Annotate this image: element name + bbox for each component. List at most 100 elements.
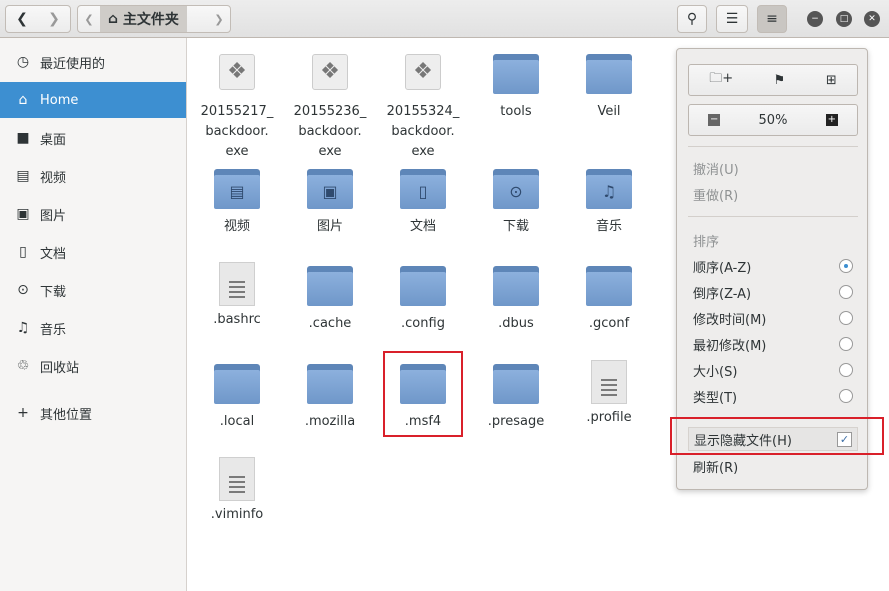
folder-icon: [493, 266, 539, 306]
bookmark-add-icon[interactable]: ⚑: [774, 73, 786, 88]
sidebar-item-label: Home: [40, 92, 79, 108]
sort-option[interactable]: 修改时间(M): [693, 306, 853, 330]
file-item[interactable]: ❖ 20155236_ backdoor. exe: [285, 50, 375, 162]
sidebar: ◷ 最近使用的 ⌂ Home ■ 桌面 ▤ 视频 ▣ 图片 ▯ 文档 ⊙ 下载 ♫ 音乐 ♲ 回收站 + 其他位置: [0, 38, 187, 591]
file-item[interactable]: .viminfo: [192, 457, 282, 525]
file-item[interactable]: tools: [471, 50, 561, 122]
sort-option[interactable]: 顺序(A-Z): [693, 254, 853, 278]
file-item[interactable]: ❖ 20155324_ backdoor. exe: [378, 50, 468, 162]
sort-option[interactable]: 最初修改(M): [693, 332, 853, 356]
file-name: .dbus: [498, 316, 534, 331]
folder-icon: [493, 54, 539, 94]
file-item[interactable]: ▯ 文档: [378, 165, 468, 237]
sidebar-item[interactable]: ◷ 最近使用的: [0, 44, 186, 80]
file-item[interactable]: .dbus: [471, 262, 561, 334]
new-folder-icon[interactable]: 🗀+: [709, 69, 733, 91]
file-name: .local: [219, 414, 255, 429]
file-name: Veil: [597, 104, 621, 119]
sort-option[interactable]: 类型(T): [693, 384, 853, 408]
sidebar-item-icon: ▤: [16, 168, 30, 184]
sidebar-item-label: 回收站: [40, 360, 80, 376]
sidebar-item[interactable]: ▯ 文档: [0, 234, 186, 270]
sidebar-item[interactable]: ⌂ Home: [0, 82, 186, 118]
redo-item[interactable]: 重做(R): [693, 182, 853, 206]
sidebar-item[interactable]: ■ 桌面: [0, 120, 186, 156]
file-item[interactable]: .mozilla: [285, 360, 375, 432]
hamburger-icon: ≡: [766, 11, 778, 27]
sort-radio[interactable]: [839, 337, 853, 351]
back-button[interactable]: ❮: [16, 11, 28, 27]
folder-icon: ▤: [214, 169, 260, 209]
file-item[interactable]: .profile: [564, 360, 654, 428]
sort-radio[interactable]: [839, 389, 853, 403]
file-name: 音乐: [595, 219, 622, 234]
folder-icon: [214, 364, 260, 404]
sort-option[interactable]: 倒序(Z-A): [693, 280, 853, 304]
home-icon: ⌂: [108, 11, 123, 27]
folder-icon: [307, 266, 353, 306]
sidebar-item[interactable]: ♫ 音乐: [0, 310, 186, 346]
file-item[interactable]: .gconf: [564, 262, 654, 334]
sidebar-item-label: 图片: [40, 208, 67, 224]
file-name: 视频: [223, 219, 250, 234]
sort-radio[interactable]: [839, 311, 853, 325]
sidebar-item-icon: ♲: [16, 358, 30, 374]
refresh-item[interactable]: 刷新(R): [693, 454, 853, 478]
file-item[interactable]: ▤ 视频: [192, 165, 282, 237]
highlight-box-show-hidden: [670, 417, 884, 455]
new-tab-icon[interactable]: ⊞: [826, 73, 837, 88]
file-name: .cache: [308, 316, 352, 331]
path-scroll-left[interactable]: ❮: [78, 13, 100, 26]
sidebar-item-label: 音乐: [40, 322, 67, 338]
file-name: 20155324_ backdoor. exe: [386, 104, 460, 159]
file-item[interactable]: .local: [192, 360, 282, 432]
search-button[interactable]: ⚲: [677, 5, 707, 33]
folder-icon: [493, 364, 539, 404]
sidebar-item-label: 最近使用的: [40, 56, 106, 72]
sidebar-item-label: 其他位置: [40, 407, 93, 423]
sidebar-item[interactable]: ⊙ 下载: [0, 272, 186, 308]
file-item[interactable]: .presage: [471, 360, 561, 432]
maximize-button[interactable]: □: [836, 11, 852, 27]
sidebar-item-label: 文档: [40, 246, 67, 262]
menu-button[interactable]: ≡: [757, 5, 787, 33]
separator: [688, 216, 858, 217]
sort-radio[interactable]: [839, 285, 853, 299]
minimize-button[interactable]: −: [807, 11, 823, 27]
zoom-out-button[interactable]: −: [708, 114, 721, 126]
folder-icon: ▣: [307, 169, 353, 209]
close-button[interactable]: ✕: [864, 11, 880, 27]
file-item[interactable]: Veil: [564, 50, 654, 122]
sidebar-item-label: 下载: [40, 284, 67, 300]
executable-icon: ❖: [219, 54, 255, 90]
sidebar-item[interactable]: + 其他位置: [0, 395, 186, 431]
text-file-icon: [219, 457, 255, 501]
sidebar-item[interactable]: ▣ 图片: [0, 196, 186, 232]
file-name: .bashrc: [213, 312, 261, 327]
sort-radio[interactable]: [839, 259, 853, 273]
view-toggle-button[interactable]: ☰: [716, 5, 748, 33]
path-scroll-right[interactable]: ❯: [208, 13, 230, 26]
folder-icon: ▯: [400, 169, 446, 209]
sidebar-item-icon: ■: [16, 130, 30, 146]
file-name: 20155217_ backdoor. exe: [200, 104, 274, 159]
path-home-button[interactable]: ⌂ 主文件夹: [100, 6, 187, 32]
zoom-in-button[interactable]: +: [825, 114, 838, 126]
sidebar-item[interactable]: ♲ 回收站: [0, 348, 186, 384]
file-item[interactable]: ❖ 20155217_ backdoor. exe: [192, 50, 282, 162]
forward-button[interactable]: ❯: [48, 11, 60, 27]
file-item[interactable]: .cache: [285, 262, 375, 334]
undo-item[interactable]: 撤消(U): [693, 156, 853, 180]
zoom-control: − 50% +: [688, 104, 858, 136]
sort-radio[interactable]: [839, 363, 853, 377]
sidebar-item[interactable]: ▤ 视频: [0, 158, 186, 194]
file-item[interactable]: ⊙ 下载: [471, 165, 561, 237]
highlight-box-msf4: [383, 351, 463, 437]
file-item[interactable]: .config: [378, 262, 468, 334]
sort-option[interactable]: 大小(S): [693, 358, 853, 382]
file-item[interactable]: .bashrc: [192, 262, 282, 330]
folder-icon: [586, 54, 632, 94]
file-item[interactable]: ▣ 图片: [285, 165, 375, 237]
file-item[interactable]: ♫ 音乐: [564, 165, 654, 237]
sort-heading: 排序: [693, 234, 720, 250]
